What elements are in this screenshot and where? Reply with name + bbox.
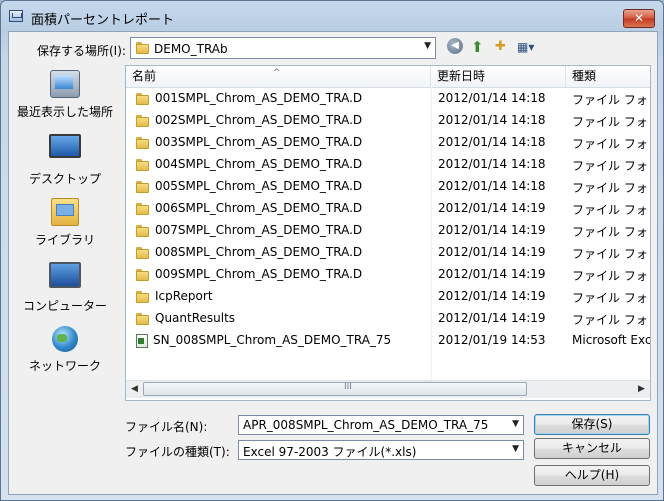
file-row[interactable]: 006SMPL_Chrom_AS_DEMO_TRA.D 2012/01/14 14… xyxy=(126,198,650,220)
sort-ascending-icon: ^ xyxy=(273,68,281,78)
desktop-icon xyxy=(49,134,81,158)
network-icon xyxy=(52,326,78,352)
window-title: 面積パーセントレポート xyxy=(31,13,175,28)
excel-file-icon xyxy=(136,333,148,348)
save-location-label: 保存する場所(I): xyxy=(37,44,126,58)
place-computer[interactable]: コンピューター xyxy=(9,262,121,322)
close-button[interactable]: ✕ xyxy=(623,9,655,28)
column-header-name[interactable]: 名前 ^ xyxy=(126,66,431,87)
file-row[interactable]: 008SMPL_Chrom_AS_DEMO_TRA.D 2012/01/14 14… xyxy=(126,242,650,264)
file-row[interactable]: 002SMPL_Chrom_AS_DEMO_TRA.D 2012/01/14 14… xyxy=(126,110,650,132)
places-bar: 最近表示した場所 デスクトップ ライブラリ コンピューター ネットワーク xyxy=(9,66,121,426)
folder-icon xyxy=(136,312,150,326)
folder-icon xyxy=(136,180,150,194)
folder-icon xyxy=(136,268,150,282)
place-label: デスクトップ xyxy=(28,172,101,186)
filetype-label: ファイルの種類(T): xyxy=(125,445,230,459)
chevron-down-icon: ▼ xyxy=(512,419,519,429)
new-folder-button[interactable]: ✚ xyxy=(495,38,506,56)
file-row[interactable]: QuantResults 2012/01/14 14:19 ファイル フォ xyxy=(126,308,650,330)
folder-icon xyxy=(136,158,150,172)
column-header-date[interactable]: 更新日時 xyxy=(431,66,566,87)
place-label: コンピューター xyxy=(22,299,107,313)
file-row[interactable]: SN_008SMPL_Chrom_AS_DEMO_TRA_75 2012/01/1… xyxy=(126,330,650,352)
app-icon xyxy=(9,10,23,22)
save-location-value: DEMO_TRAb xyxy=(154,42,228,56)
chevron-down-icon: ▼ xyxy=(424,41,431,51)
up-one-level-button[interactable]: ⬆ xyxy=(471,38,484,56)
scrollbar-thumb[interactable]: III xyxy=(143,382,527,396)
file-list-header: 名前 ^ 更新日時 種類 xyxy=(126,66,650,88)
back-button[interactable]: ◀ xyxy=(447,38,463,54)
scroll-left-button[interactable]: ◀ xyxy=(127,382,142,397)
place-recent[interactable]: 最近表示した場所 xyxy=(9,70,121,130)
filename-input[interactable]: APR_008SMPL_Chrom_AS_DEMO_TRA_75 ▼ xyxy=(238,415,524,435)
file-row[interactable]: 004SMPL_Chrom_AS_DEMO_TRA.D 2012/01/14 14… xyxy=(126,154,650,176)
place-label: ライブラリ xyxy=(34,233,95,247)
scroll-right-button[interactable]: ▶ xyxy=(634,382,649,397)
folder-icon xyxy=(136,290,150,304)
folder-icon xyxy=(136,92,150,106)
place-network[interactable]: ネットワーク xyxy=(9,326,121,386)
file-row[interactable]: 001SMPL_Chrom_AS_DEMO_TRA.D 2012/01/14 14… xyxy=(126,88,650,110)
chevron-down-icon: ▼ xyxy=(512,444,519,454)
file-row[interactable]: IcpReport 2012/01/14 14:19 ファイル フォ xyxy=(126,286,650,308)
horizontal-scrollbar[interactable]: ◀ III ▶ xyxy=(126,380,650,398)
help-button[interactable]: ヘルプ(H) xyxy=(534,465,650,486)
file-row[interactable]: 009SMPL_Chrom_AS_DEMO_TRA.D 2012/01/14 14… xyxy=(126,264,650,286)
file-row[interactable]: 007SMPL_Chrom_AS_DEMO_TRA.D 2012/01/14 14… xyxy=(126,220,650,242)
views-menu-button[interactable]: ▦▾ xyxy=(517,38,545,56)
place-desktop[interactable]: デスクトップ xyxy=(9,134,121,194)
place-label: ネットワーク xyxy=(28,359,101,373)
folder-icon xyxy=(136,136,150,150)
file-row[interactable]: 003SMPL_Chrom_AS_DEMO_TRA.D 2012/01/14 14… xyxy=(126,132,650,154)
folder-icon xyxy=(136,41,150,55)
library-icon xyxy=(51,198,79,226)
dialog-client-area: 保存する場所(I): DEMO_TRAb ▼ ◀ ⬆ ✚ ▦▾ 最近表示した場所… xyxy=(8,31,658,495)
save-dialog-window: 面積パーセントレポート ✕ 保存する場所(I): DEMO_TRAb ▼ ◀ ⬆… xyxy=(0,0,664,501)
file-rows: 001SMPL_Chrom_AS_DEMO_TRA.D 2012/01/14 14… xyxy=(126,88,650,352)
filename-label: ファイル名(N): xyxy=(125,420,208,434)
folder-icon xyxy=(136,246,150,260)
save-button[interactable]: 保存(S) xyxy=(534,414,650,435)
place-label: 最近表示した場所 xyxy=(16,105,113,119)
file-list[interactable]: 名前 ^ 更新日時 種類 001SMPL_Chrom_AS_DEMO_TRA.D… xyxy=(125,65,651,401)
recent-places-icon xyxy=(50,70,80,98)
place-library[interactable]: ライブラリ xyxy=(9,198,121,258)
folder-icon xyxy=(136,224,150,238)
title-bar[interactable]: 面積パーセントレポート ✕ xyxy=(1,1,663,31)
cancel-button[interactable]: キャンセル xyxy=(534,438,650,459)
file-row[interactable]: 005SMPL_Chrom_AS_DEMO_TRA.D 2012/01/14 14… xyxy=(126,176,650,198)
folder-icon xyxy=(136,114,150,128)
computer-icon xyxy=(49,262,81,288)
grip-icon: III xyxy=(344,382,352,392)
filetype-value: Excel 97-2003 ファイル(*.xls) xyxy=(243,445,417,459)
folder-icon xyxy=(136,202,150,216)
save-location-dropdown[interactable]: DEMO_TRAb ▼ xyxy=(130,37,436,59)
filetype-dropdown[interactable]: Excel 97-2003 ファイル(*.xls) ▼ xyxy=(238,440,524,460)
column-header-type[interactable]: 種類 xyxy=(566,66,650,87)
filename-value: APR_008SMPL_Chrom_AS_DEMO_TRA_75 xyxy=(243,418,489,432)
